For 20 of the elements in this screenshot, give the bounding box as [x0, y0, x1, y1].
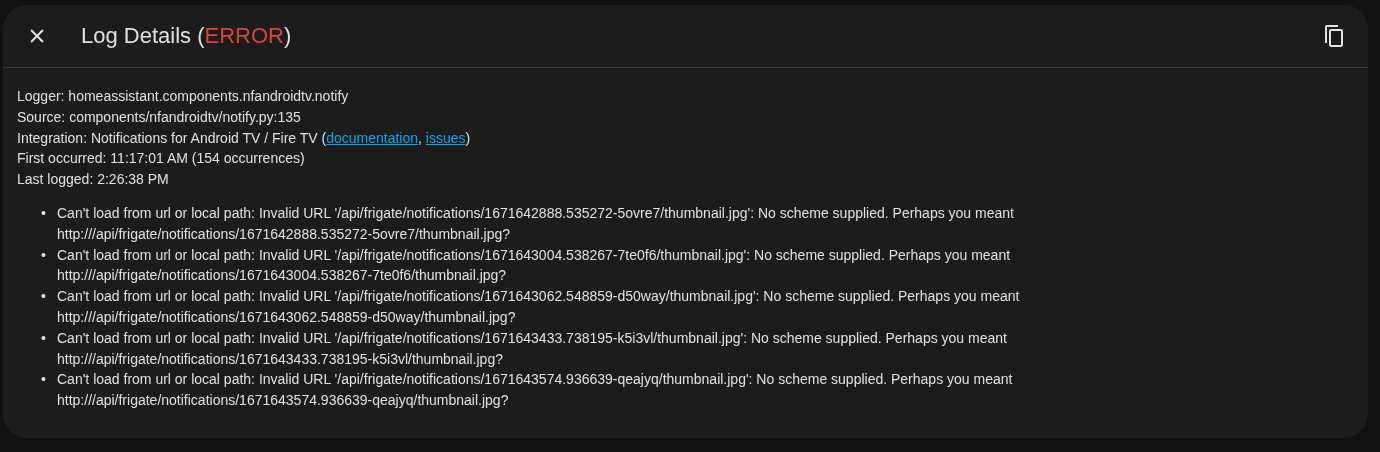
log-message: Can't load from url or local path: Invalid URL '/api/frigate/notifications/1671643433.738195-k5i3vl/thumbnail.jpg': No scheme supplied. Perhaps you meant http:///api/frigate/notifications/1671643433.738195-k5i3vl/thumbnail.jpg?: [57, 328, 1008, 369]
detail-line: First occurred: 11:17:01 AM (154 occurrences): [17, 149, 306, 169]
log-message: Can't load from url or local path: Invalid URL '/api/frigate/notifications/1671642888.535272-5ovre7/thumbnail.jpg': No scheme supplied. Perhaps you meant http:///api/frigate/notifications/1671642888.535272-5ovre7/thumbnail.jpg?: [57, 204, 1015, 244]
copy-icon: [1324, 24, 1344, 48]
bullet-mark: •: [41, 204, 47, 223]
link[interactable]: documentation: [326, 129, 419, 146]
detail-line: Logger: homeassistant.components.nfandroidtv.notify: [17, 87, 350, 106]
detail-line: Source: components/nfandroidtv/notify.py:135: [17, 107, 302, 127]
link[interactable]: issues: [425, 129, 466, 146]
bullet-mark: •: [41, 328, 47, 348]
bullet-mark: •: [41, 245, 47, 265]
close-icon: [29, 28, 45, 44]
detail-line: Integration: Notifications for Android TV / Fire TV (documentation, issues): [17, 128, 472, 148]
log-message: Can't load from url or local path: Invalid URL '/api/frigate/notifications/1671643062.548859-d50way/thumbnail.jpg': No scheme supplied. Perhaps you meant http:///api/frigate/notifications/1671643062.548859-d50way/thumbnail.jpg?: [57, 287, 1021, 327]
bullet-mark: •: [41, 287, 47, 307]
log-message: Can't load from url or local path: Invalid URL '/api/frigate/notifications/1671643574.936639-qeajyq/thumbnail.jpg': No scheme supplied. Perhaps you meant http:///api/frigate/notifications/1671643574.936639-qeajyq/thumbnail.jpg?: [57, 370, 1014, 411]
dialog-title: Log Details (ERROR): [81, 23, 293, 49]
detail-line: Last logged: 2:26:38 PM: [17, 170, 170, 190]
bullet-mark: •: [41, 370, 47, 390]
log-message: Can't load from url or local path: Invalid URL '/api/frigate/notifications/1671643004.538267-7te0f6/thumbnail.jpg': No scheme supplied. Perhaps you meant http:///api/frigate/notifications/1671643004.538267-7te0f6/thumbnail.jpg?: [57, 245, 1012, 286]
